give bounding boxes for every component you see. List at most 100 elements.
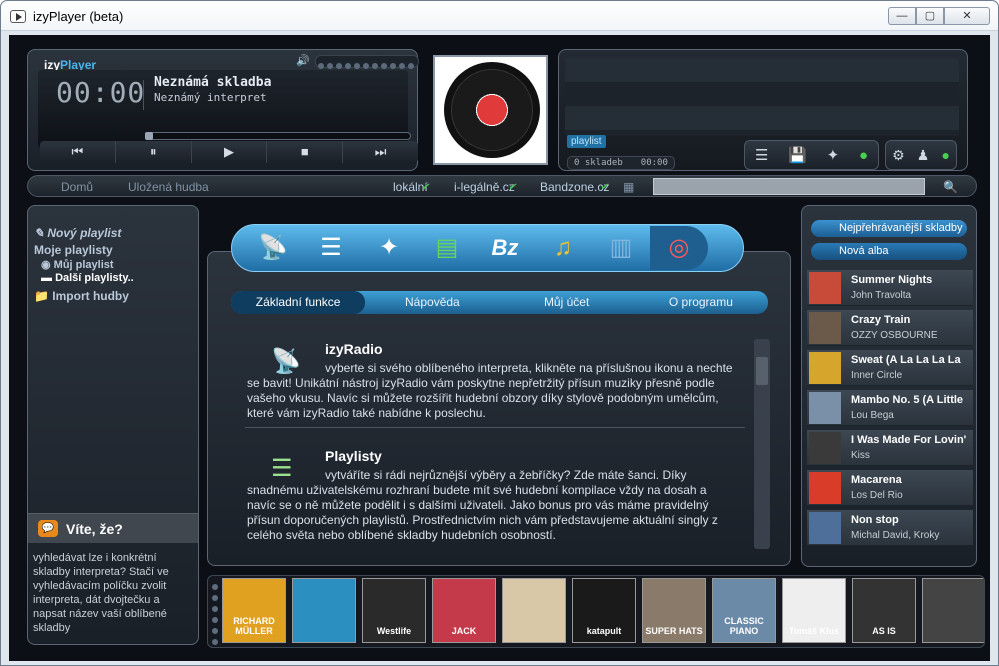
feature-tabs: 📡 ☰ ✦ ▤ Bz ♫ ▥ ◎ [231,224,744,272]
minimize-button[interactable]: — [888,7,916,25]
nav-bar: Domů Uložená hudba lokální ✔ i-legálně.c… [27,175,977,197]
seek-handle[interactable] [145,132,153,140]
antenna-icon[interactable]: 📡 [244,226,302,270]
nav-bandzone[interactable]: Bandzone.cz [540,180,609,194]
tab-about[interactable]: O programu [634,291,768,314]
song-name: Sweat (A La La La La [851,354,961,366]
maximize-button[interactable]: ▢ [916,7,944,25]
volume-icon[interactable]: 🔊 [296,54,310,67]
song-item[interactable]: Summer Nights John Travolta [807,270,973,306]
nav-ilegalne[interactable]: i-legálně.cz [454,180,515,194]
pause-button[interactable]: ⏸ [116,141,192,163]
album-cover[interactable]: SUPER HATS [642,578,706,643]
close-button[interactable]: ✕ [944,7,990,25]
playlist-panel: playlist 0 skladeb 00:00 ☰ 💾 ✦ ● ⚙ ♟ ● [558,49,968,171]
other-playlists-link[interactable]: ▬ Další playlisty.. [41,272,134,284]
gear-icon[interactable]: ⚙ [892,147,905,164]
album-cover[interactable] [502,578,566,643]
song-name: Non stop [851,514,899,526]
song-item[interactable]: Sweat (A La La La La Inner Circle [807,350,973,386]
album-cover[interactable]: RICHARD MÜLLER [222,578,286,643]
nav-home[interactable]: Domů [61,180,93,194]
check-icon: ✔ [421,182,430,193]
song-name: Crazy Train [851,314,911,326]
song-artist: John Travolta [851,290,912,301]
album-label: RICHARD MÜLLER [233,616,275,636]
album-cover[interactable]: CLASSIC PIANO [712,578,776,643]
tab-basic-features[interactable]: Základní funkce [231,291,366,314]
radio-icon[interactable]: ▤ [418,226,476,270]
song-artist: Kiss [851,450,870,461]
section-text: vyberte si svého oblíbeného interpreta, … [247,361,733,420]
album-cover[interactable]: JACK [432,578,496,643]
previous-button[interactable]: ⏮ [40,141,116,163]
play-button[interactable]: ▶ [192,141,268,163]
top-songs-button[interactable]: Nejpřehrávanější skladby [811,220,967,237]
album-cover[interactable]: Tomáš Klus [782,578,846,643]
music-note-icon[interactable]: ♫ [534,226,592,270]
song-item[interactable]: Mambo No. 5 (A Little Lou Bega [807,390,973,426]
volume-slider[interactable] [315,55,419,69]
album-strip: RICHARD MÜLLER Westlife JACK katapult SUPER … [207,575,985,648]
left-sidebar: ✎ Nový playlist Moje playlisty ◉ Můj pla… [27,205,199,645]
nav-saved-music[interactable]: Uložená hudba [128,180,209,194]
next-button[interactable]: ⏭ [343,141,418,163]
song-thumbnail [809,392,841,424]
song-artist: Inner Circle [851,370,903,381]
scroll-thumb[interactable] [756,357,768,385]
song-name: Mambo No. 5 (A Little [851,394,964,406]
playlist-stats: 0 skladeb 00:00 [567,156,675,170]
grid-icon[interactable]: ▦ [623,180,634,194]
search-icon[interactable]: 🔍 [943,180,958,194]
song-item[interactable]: Macarena Los Del Rio [807,470,973,506]
album-label: CLASSIC PIANO [724,616,764,636]
album-cover[interactable]: katapult [572,578,636,643]
song-thumbnail [809,472,841,504]
user-icon[interactable]: ♟ [917,147,930,164]
song-artist: Lou Bega [851,410,894,421]
song-item[interactable]: Non stop Michal David, Kroky [807,510,973,546]
album-cover[interactable]: Westlife [362,578,426,643]
track-title: Neznámá skladba [154,75,272,90]
magic-wand-icon[interactable]: ✦ [827,146,840,164]
playlist-tag[interactable]: playlist [567,135,606,148]
album-label: Westlife [376,626,412,636]
tip-text: vyhledávat lze i konkrétní skladby inter… [33,552,169,634]
song-artist: OZZY OSBOURNE [851,330,938,341]
save-icon[interactable]: 💾 [788,146,807,164]
playlist-list[interactable] [565,58,959,136]
new-playlist-link[interactable]: ✎ Nový playlist [34,226,121,240]
song-thumbnail [809,272,841,304]
my-playlist-link[interactable]: ◉ Můj playlist [41,258,114,271]
stop-button[interactable]: ■ [267,141,344,163]
lifebuoy-icon[interactable]: ◎ [650,226,708,270]
strip-scroll[interactable] [212,584,220,647]
list-icon[interactable]: ☰ [302,226,360,270]
song-item[interactable]: I Was Made For Lovin' Kiss [807,430,973,466]
song-item[interactable]: Crazy Train OZZY OSBOURNE [807,310,973,346]
check-icon: ✔ [600,182,609,193]
seek-bar[interactable] [145,132,411,140]
tab-help[interactable]: Nápověda [365,291,499,314]
app-settings-tools: ⚙ ♟ ● [885,140,957,170]
playlist-settings-icon[interactable]: ☰ [755,146,768,164]
album-cover[interactable] [292,578,356,643]
bz-icon[interactable]: Bz [476,226,534,270]
album-cover[interactable]: AS IS [852,578,916,643]
song-thumbnail [809,512,841,544]
new-albums-button[interactable]: Nová alba [811,243,967,260]
search-input[interactable] [653,178,925,195]
content-scrollbar[interactable] [754,339,770,549]
song-artist: Los Del Rio [851,490,903,501]
album-label: katapult [586,626,622,636]
search-add-icon[interactable]: ● [859,147,868,164]
import-music-link[interactable]: 📁 Import hudby [34,289,129,303]
album-cover[interactable] [922,578,984,643]
album-label: JACK [451,626,477,636]
tab-my-account[interactable]: Můj účet [500,291,634,314]
album-label: SUPER HATS [645,626,703,636]
playlist-tools: ☰ 💾 ✦ ● [744,140,879,170]
equalizer-icon[interactable]: ▥ [592,226,650,270]
magic-wand-icon[interactable]: ✦ [360,226,418,270]
app-window: izyPlayer (beta) — ▢ ✕ izyPlayer 🔊 00:00… [0,0,999,666]
